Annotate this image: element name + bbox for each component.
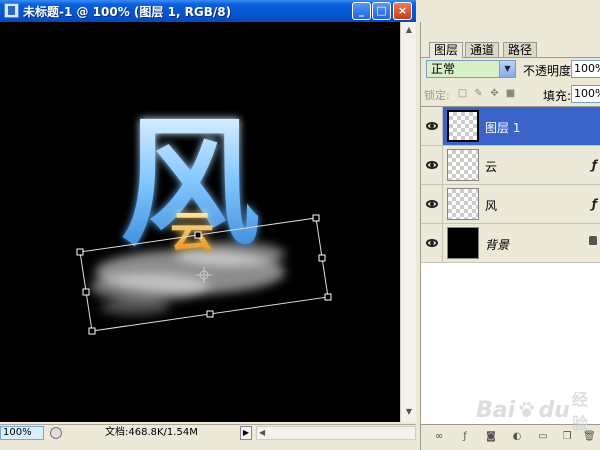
layers-list: 图层 1 云 ƒ 风 ƒ 背景 [421,106,600,424]
layer-row-layer1[interactable]: 图层 1 [421,107,600,146]
status-bar: 100% 文档:468.8K/1.54M ▶ ◀ [0,424,416,440]
fill-label: 填充: [543,89,572,103]
eye-icon[interactable] [426,200,438,208]
transform-handle[interactable] [206,310,214,318]
fx-icon[interactable]: ƒ [592,197,597,211]
transform-handle[interactable] [312,214,320,222]
cloud-character: 云 [170,207,214,258]
canvas[interactable]: 风 云 [0,22,400,422]
transform-handle[interactable] [76,248,84,256]
tab-paths[interactable]: 路径 [503,42,538,58]
visibility-toggle[interactable] [421,146,443,184]
visibility-toggle[interactable] [421,185,443,223]
close-button[interactable]: × [393,2,412,20]
baidu-paw-icon [519,402,535,418]
transform-handle[interactable] [194,231,202,239]
lock-move-icon[interactable]: ✥ [489,88,500,99]
layer-name: 云 [485,160,498,174]
layer-name: 图层 1 [485,121,521,135]
tab-channels[interactable]: 通道 [465,42,500,58]
opacity-label: 不透明度: [523,64,576,78]
layer-row-background[interactable]: 背景 [421,224,600,263]
minimize-button[interactable]: _ [352,2,371,20]
visibility-toggle[interactable] [421,224,443,262]
tab-layers[interactable]: 图层 [429,42,464,58]
transform-handle[interactable] [318,254,326,262]
layer-row-wind[interactable]: 风 ƒ [421,185,600,224]
link-layers-icon[interactable]: ∞ [433,431,445,443]
document-window: 未标题-1 @ 100% (图层 1, RGB/8) _ □ × 风 云 ▲ ▼… [0,0,416,450]
document-titlebar[interactable]: 未标题-1 @ 100% (图层 1, RGB/8) _ □ × [0,0,416,22]
baidu-jingyan-watermark: Bai du 经验 [476,386,600,434]
status-info-icon[interactable] [50,427,62,439]
photoshop-document-icon[interactable] [4,3,19,18]
lock-all-icon[interactable]: ■ [505,88,516,99]
layer-row-cloud[interactable]: 云 ƒ [421,146,600,185]
lock-brush-icon[interactable]: ✎ [473,88,484,99]
layer-thumbnail [447,227,479,259]
layer-name: 风 [485,199,498,213]
eye-icon[interactable] [426,161,438,169]
blend-mode-select[interactable]: 正常 ▼ [426,60,516,78]
lock-label: 锁定: [424,89,450,102]
layer-name: 背景 [485,238,510,252]
canvas-artwork: 风 云 [76,102,332,335]
fx-icon[interactable]: ƒ [592,158,597,172]
document-title: 未标题-1 @ 100% (图层 1, RGB/8) [23,5,232,19]
lock-transparency-icon[interactable]: □ [457,88,468,99]
transform-handle[interactable] [324,293,332,301]
horizontal-scrollbar[interactable]: ◀ [256,426,416,440]
vertical-scrollbar[interactable]: ▲ ▼ [400,22,416,422]
blend-mode-value: 正常 [431,62,456,76]
layer-style-icon[interactable]: ƒ [459,431,471,443]
scroll-down-arrow-icon[interactable]: ▼ [403,406,415,418]
transform-handle[interactable] [88,327,96,335]
layer-thumbnail [447,188,479,220]
zoom-field[interactable]: 100% [0,426,44,440]
eye-icon[interactable] [426,122,438,130]
window-bottom-edge [0,440,416,450]
layer-thumbnail [447,110,479,142]
fill-input[interactable]: 100% [571,85,600,103]
chevron-down-icon[interactable]: ▼ [499,61,515,77]
status-menu-arrow-icon[interactable]: ▶ [240,426,252,440]
scroll-up-arrow-icon[interactable]: ▲ [403,24,415,36]
scroll-left-arrow-icon[interactable]: ◀ [259,427,265,439]
visibility-toggle[interactable] [421,107,443,145]
transform-handle[interactable] [82,288,90,296]
document-size-info: 文档:468.8K/1.54M [105,427,198,438]
maximize-button[interactable]: □ [372,2,391,20]
layer-thumbnail [447,149,479,181]
lock-icon [589,236,597,245]
watermark-brand: Bai [476,397,516,423]
eye-icon[interactable] [426,239,438,247]
opacity-input[interactable]: 100% [571,60,600,78]
watermark-suffix: 经验 [571,390,588,433]
watermark-brand-suffix: du [538,397,570,423]
